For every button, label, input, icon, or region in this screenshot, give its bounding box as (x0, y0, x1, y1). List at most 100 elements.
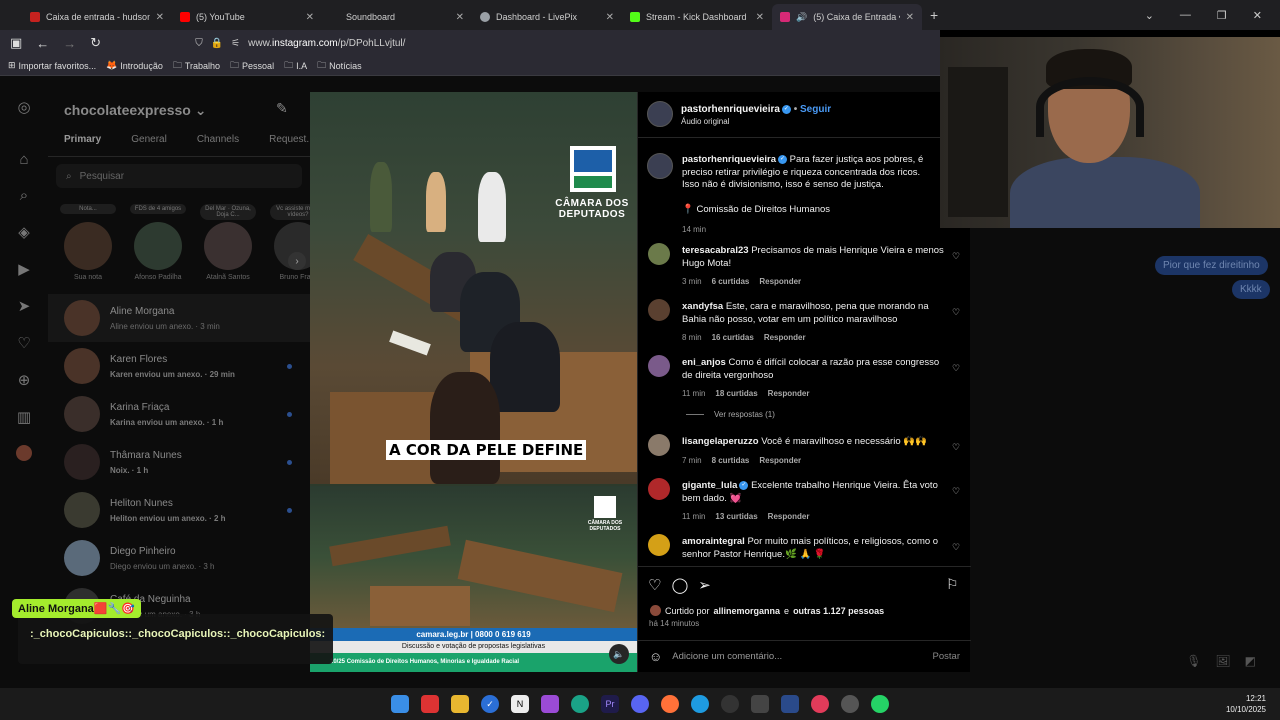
image-icon[interactable]: 🖼 (1215, 654, 1230, 668)
close-window-icon[interactable]: ✕ (1253, 9, 1262, 22)
windows-start-icon[interactable] (391, 695, 409, 713)
address-bar[interactable]: ⛉ 🔒 ⚟ www.instagram.com/p/DPohLLvjtul/ (195, 38, 405, 49)
compose-icon[interactable]: ✎ (276, 100, 288, 117)
post-video[interactable]: CÂMARA DOS DEPUTADOS A COR DA PELE DEFIN… (310, 92, 637, 672)
tab-requests[interactable]: Request... (269, 134, 315, 145)
bookmark-pessoal[interactable]: 🗀 Pessoal (230, 58, 274, 74)
commenter-avatar[interactable] (648, 534, 670, 556)
commenter-avatar[interactable] (648, 355, 670, 377)
caption-author[interactable]: pastorhenriquevieira (682, 154, 776, 165)
create-icon[interactable]: ⊕ (18, 371, 31, 389)
reload-icon[interactable]: ↻ (90, 35, 101, 51)
permissions-icon[interactable]: ⚟ (231, 38, 240, 49)
notion-icon[interactable]: N (511, 695, 529, 713)
lock-icon[interactable]: 🔒 (211, 38, 223, 49)
notifications-icon[interactable]: ♡ (17, 334, 30, 352)
bookmark-noticias[interactable]: 🗀 Notícias (317, 58, 362, 74)
app-red-icon[interactable] (421, 695, 439, 713)
browser-tab-kick[interactable]: Stream - Kick Dashboard ✕ (622, 4, 772, 30)
sidebar-toggle-icon[interactable]: ▣ (10, 35, 22, 51)
tab-channels[interactable]: Channels (197, 134, 239, 145)
microphone-icon[interactable]: 🎙 (1186, 654, 1201, 668)
close-tab-icon[interactable]: ✕ (756, 12, 764, 23)
browser-tab-youtube[interactable]: (5) YouTube ✕ (172, 4, 322, 30)
sticker-icon[interactable]: ◩ (1245, 654, 1256, 668)
shield-icon[interactable]: ⛉ (195, 38, 203, 49)
messages-icon[interactable]: ➤ (18, 297, 31, 315)
reels-icon[interactable]: ▶ (18, 260, 30, 278)
comment-icon[interactable]: ◯ (671, 576, 688, 594)
tab-general[interactable]: General (131, 134, 167, 145)
like-comment-icon[interactable]: ♡ (952, 251, 960, 262)
like-comment-icon[interactable]: ♡ (952, 486, 960, 497)
inbox-username[interactable]: chocolateexpresso ⌄ (64, 102, 206, 119)
emoji-icon[interactable]: ☺ (649, 649, 662, 664)
bookmark-trabalho[interactable]: 🗀 Trabalho (173, 58, 220, 74)
note-item[interactable]: Del Mar · Ozuna, Doja C... Atalnã Santos (198, 204, 258, 281)
bookmark-import[interactable]: ⊞ Importar favoritos... (8, 60, 96, 71)
home-icon[interactable]: ⌂ (19, 151, 28, 168)
close-tab-icon[interactable]: ✕ (606, 12, 614, 23)
minimize-icon[interactable]: — (1180, 9, 1191, 21)
inbox-search-input[interactable]: ⌕ Pesquisar (56, 164, 302, 188)
explore-icon[interactable]: ◈ (18, 223, 30, 241)
thread-row[interactable]: Karina Friaça Karina enviou um anexo. · 1… (48, 390, 310, 438)
note-item[interactable]: FDS de 4 amigos Afonso Padilha (128, 204, 188, 281)
browser-tab-instagram[interactable]: 🔊(5) Caixa de Entrada • Direct✕ (772, 4, 922, 30)
mute-icon[interactable]: 🔈 (609, 644, 629, 664)
follow-button[interactable]: Seguir (800, 104, 831, 115)
commenter-avatar[interactable] (648, 243, 670, 265)
close-tab-icon[interactable]: ✕ (156, 12, 164, 23)
like-icon[interactable]: ♡ (648, 576, 661, 594)
next-notes-icon[interactable]: › (288, 252, 306, 270)
like-comment-icon[interactable]: ♡ (952, 442, 960, 453)
obs-icon[interactable] (721, 695, 739, 713)
thread-row[interactable]: Thâmara Nunes Noix. · 1 h (48, 438, 310, 486)
commenter-avatar[interactable] (648, 299, 670, 321)
browser-tab-soundboard[interactable]: Soundboard ✕ (322, 4, 472, 30)
profile-avatar[interactable] (16, 445, 32, 461)
close-tab-icon[interactable]: ✕ (306, 12, 314, 23)
firefox-icon[interactable] (661, 695, 679, 713)
close-tab-icon[interactable]: ✕ (906, 12, 914, 23)
commenter-avatar[interactable] (648, 434, 670, 456)
commenter-avatar[interactable] (648, 478, 670, 500)
back-icon[interactable]: ← (36, 36, 49, 51)
url-text[interactable]: www.instagram.com/p/DPohLLvjtul/ (248, 38, 405, 49)
whatsapp-icon[interactable] (871, 695, 889, 713)
premiere-icon[interactable]: Pr (601, 695, 619, 713)
bookmark-ia[interactable]: 🗀 I.A (284, 58, 307, 74)
restore-icon[interactable]: ❐ (1217, 9, 1227, 22)
app-blue-icon[interactable] (781, 695, 799, 713)
view-replies-button[interactable]: Ver respostas (1) (686, 410, 775, 419)
search-icon[interactable]: ⌕ (20, 187, 28, 204)
app-pink-icon[interactable] (811, 695, 829, 713)
note-item[interactable]: Nota... Sua nota (58, 204, 118, 281)
bookmark-introducao[interactable]: 🦊 Introdução (106, 60, 163, 71)
tab-primary[interactable]: Primary (64, 134, 101, 145)
post-comment-button[interactable]: Postar (933, 651, 960, 662)
bookmark-icon[interactable]: ⚐ (946, 576, 959, 593)
author-avatar[interactable] (647, 153, 673, 179)
like-comment-icon[interactable]: ♡ (952, 307, 960, 318)
share-icon[interactable]: ➢ (698, 576, 711, 594)
tab-dropdown-icon[interactable]: ⌄ (1145, 9, 1154, 22)
settings-icon[interactable] (841, 695, 859, 713)
system-clock[interactable]: 12:21 10/10/2025 (1226, 693, 1266, 715)
author-avatar[interactable] (647, 101, 673, 127)
copilot-icon[interactable] (571, 695, 589, 713)
new-tab-icon[interactable]: + (930, 7, 938, 23)
author-username[interactable]: pastorhenriquevieira (681, 104, 780, 115)
close-tab-icon[interactable]: ✕ (456, 12, 464, 23)
thread-row[interactable]: Heliton Nunes Heliton enviou um anexo. · … (48, 486, 310, 534)
instagram-logo-icon[interactable]: ◎ (17, 98, 30, 116)
edge-icon[interactable] (691, 695, 709, 713)
designer-icon[interactable] (541, 695, 559, 713)
browser-tab-livepix[interactable]: Dashboard - LivePix ✕ (472, 4, 622, 30)
forward-icon[interactable]: → (63, 36, 76, 51)
streamlabs-icon[interactable] (751, 695, 769, 713)
file-explorer-icon[interactable] (451, 695, 469, 713)
dashboard-icon[interactable]: ▥ (17, 408, 31, 426)
thread-row[interactable]: Karen Flores Karen enviou um anexo. · 29 … (48, 342, 310, 390)
like-comment-icon[interactable]: ♡ (952, 363, 960, 374)
